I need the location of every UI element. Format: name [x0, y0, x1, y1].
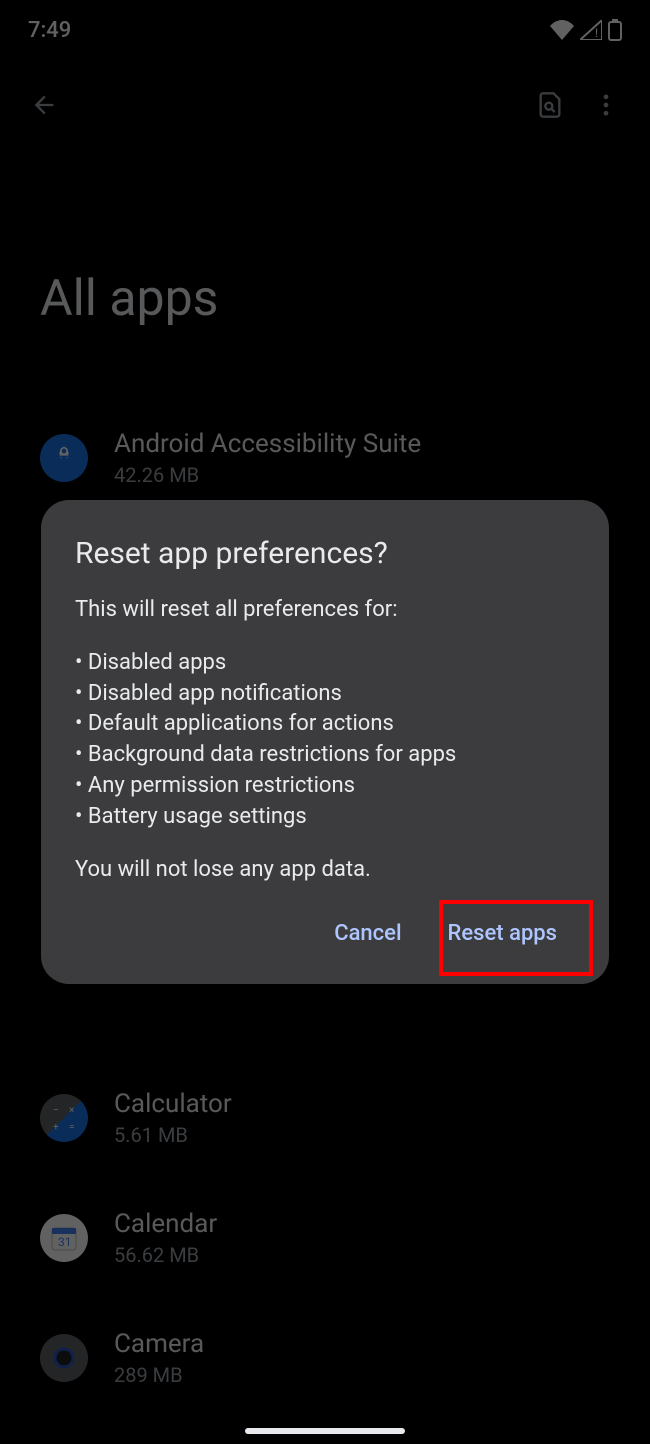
dialog-list-item: Battery usage settings: [75, 802, 575, 833]
dialog-title: Reset app preferences?: [75, 536, 575, 571]
dialog-list-item: Default applications for actions: [75, 709, 575, 740]
reset-apps-button[interactable]: Reset apps: [430, 907, 575, 960]
nav-handle[interactable]: [245, 1428, 405, 1434]
dialog-body: This will reset all preferences for: Dis…: [75, 595, 575, 885]
dialog-actions: Cancel Reset apps: [75, 907, 575, 960]
dialog-intro: This will reset all preferences for:: [75, 595, 575, 626]
dialog-list-item: Background data restrictions for apps: [75, 740, 575, 771]
reset-preferences-dialog: Reset app preferences? This will reset a…: [41, 500, 609, 984]
dialog-list: Disabled apps Disabled app notifications…: [75, 648, 575, 833]
cancel-button[interactable]: Cancel: [316, 907, 419, 960]
dialog-backdrop[interactable]: Reset app preferences? This will reset a…: [0, 0, 650, 1444]
dialog-list-item: Disabled apps: [75, 648, 575, 679]
dialog-outro: You will not lose any app data.: [75, 855, 575, 886]
dialog-list-item: Any permission restrictions: [75, 771, 575, 802]
dialog-list-item: Disabled app notifications: [75, 679, 575, 710]
